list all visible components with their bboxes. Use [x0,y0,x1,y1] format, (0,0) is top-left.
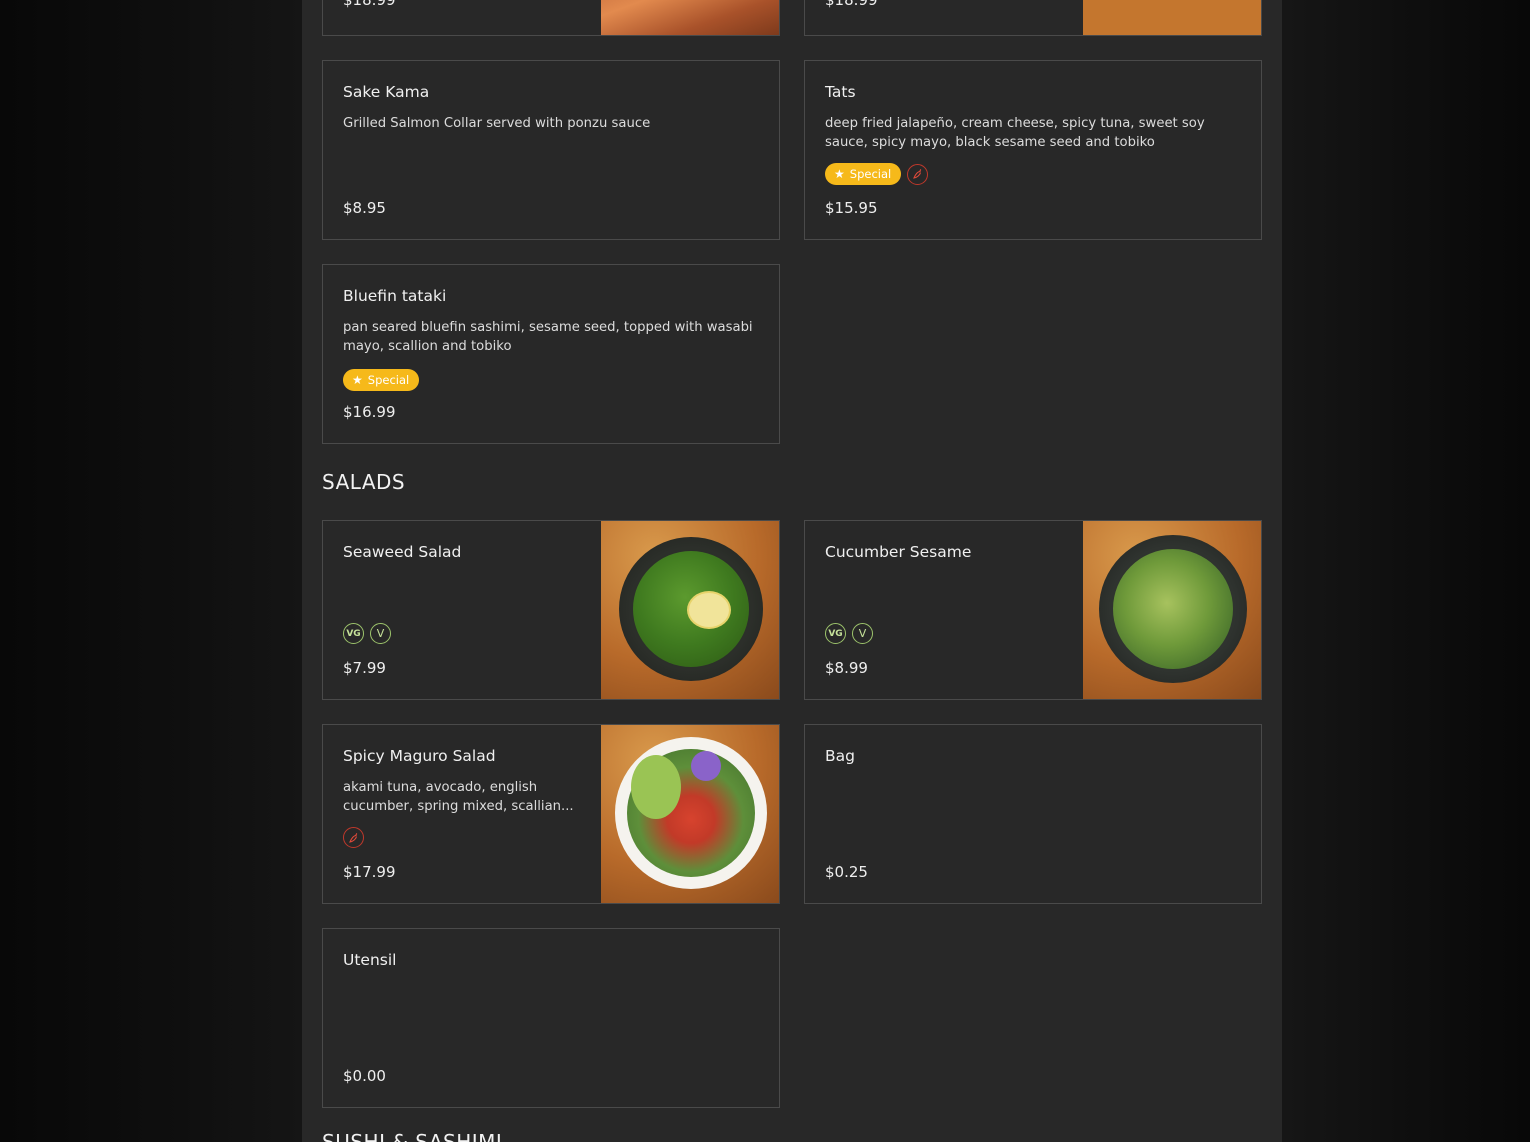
page-background-right [1282,0,1530,1142]
section-title-sushi-sashimi: SUSHI & SASHIMI [322,1130,503,1142]
page-background-left [0,0,302,1142]
menu-item-bluefin-tataki[interactable]: Bluefin tataki pan seared bluefin sashim… [322,264,780,444]
item-badges: VG V [343,623,391,644]
special-badge: ★ Special [825,163,902,185]
item-price: $0.00 [343,1067,386,1085]
item-price: $0.25 [825,863,868,881]
item-badges: ★ Special [343,369,420,391]
item-price: $8.95 [343,199,386,217]
item-photo [1083,0,1261,35]
flower-image [691,751,721,781]
vegetarian-icon: V [370,623,391,644]
item-photo [601,725,779,903]
avocado-image [631,755,681,819]
item-name: Seaweed Salad [343,543,462,561]
item-name: Bluefin tataki [343,287,447,305]
item-description: Grilled Salmon Collar served with ponzu … [343,116,651,131]
lemon-slice-image [687,591,731,629]
vegan-icon: VG [825,623,846,644]
item-price: $15.95 [825,199,878,217]
menu-item-seaweed-salad[interactable]: Seaweed Salad VG V $7.99 [322,520,780,700]
item-price: $17.99 [343,863,396,881]
menu-item-spicy-maguro-salad[interactable]: Spicy Maguro Salad akami tuna, avocado, … [322,724,780,904]
item-name: Tats [825,83,856,101]
item-badges [343,827,364,848]
vegetarian-icon: V [852,623,873,644]
chili-pepper-icon [907,163,929,185]
chili-pepper-icon [343,827,364,848]
item-photo [601,0,779,35]
menu-item-card[interactable]: $18.99 [804,0,1262,36]
item-name: Sake Kama [343,83,430,101]
item-name: Bag [825,747,855,765]
special-badge: ★ Special [343,369,420,391]
special-label: Special [367,373,410,387]
item-name: Utensil [343,951,397,969]
item-description: deep fried jalapeño, cream cheese, spicy… [825,116,1205,150]
menu-item-bag[interactable]: Bag $0.25 [804,724,1262,904]
menu-item-tats[interactable]: Tats deep fried jalapeño, cream cheese, … [804,60,1262,240]
item-price: $18.99 [825,0,878,9]
item-price: $8.99 [825,659,868,677]
menu-item-card[interactable]: $18.99 [322,0,780,36]
menu-item-utensil[interactable]: Utensil $0.00 [322,928,780,1108]
menu-panel: $18.99 $18.99 Sake Kama Grilled Salmon C… [302,0,1282,1142]
item-photo [1083,521,1261,699]
menu-item-cucumber-sesame[interactable]: Cucumber Sesame VG V $8.99 [804,520,1262,700]
star-icon: ★ [834,167,845,181]
star-icon: ★ [352,373,363,387]
vegan-icon: VG [343,623,364,644]
cucumber-image [1113,549,1233,669]
section-title-salads: SALADS [322,470,406,494]
item-name: Spicy Maguro Salad [343,747,496,765]
item-badges: ★ Special [825,163,929,185]
item-badges: VG V [825,623,873,644]
item-price: $18.99 [343,0,396,9]
item-description: pan seared bluefin sashimi, sesame seed,… [343,320,753,354]
item-name: Cucumber Sesame [825,543,972,561]
special-label: Special [849,167,892,181]
item-price: $16.99 [343,403,396,421]
item-description: akami tuna, avocado, english cucumber, s… [343,780,574,814]
item-price: $7.99 [343,659,386,677]
item-photo [601,521,779,699]
menu-item-sake-kama[interactable]: Sake Kama Grilled Salmon Collar served w… [322,60,780,240]
